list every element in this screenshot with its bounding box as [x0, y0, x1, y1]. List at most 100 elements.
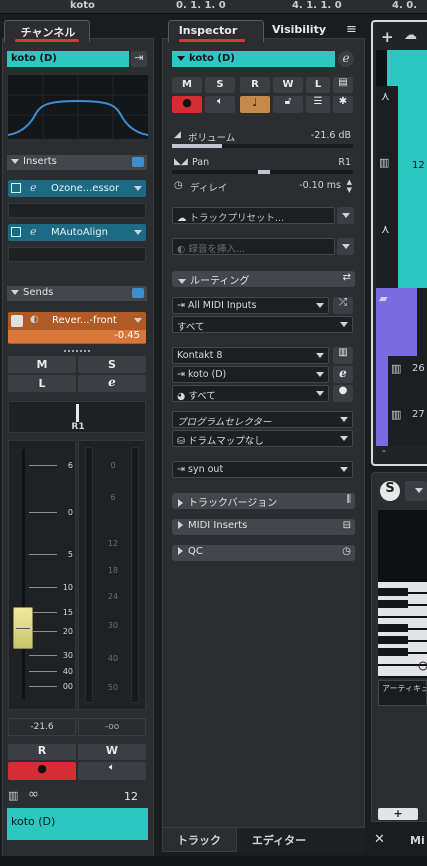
inspector-edit-button[interactable]: ▤ [333, 77, 353, 93]
program-selector[interactable]: プログラムセレクター [172, 411, 353, 428]
read-automation-button[interactable]: R [8, 744, 76, 760]
track-row-header[interactable]: ▥ 27 [388, 402, 427, 446]
edit-instrument-icon[interactable]: ℯ [338, 51, 354, 67]
edit-output-button[interactable]: ℯ [333, 366, 353, 383]
keyboard-button[interactable]: ▥ [333, 347, 353, 364]
volume-value-field[interactable]: -21.6 [8, 718, 76, 736]
send-level-bar[interactable]: -0.45 [8, 330, 146, 343]
midi-inserts-header[interactable]: MIDI Inserts ⊟ [172, 519, 355, 535]
mute-button[interactable]: M [8, 356, 76, 373]
send-slot-1[interactable]: ◐ Rever...-front -0.45 [8, 312, 146, 344]
input-channel-select[interactable]: すべて [172, 316, 353, 333]
send-dropdown-icon[interactable] [134, 318, 142, 323]
freeze-button[interactable]: ✱ [333, 96, 353, 113]
timebase-button[interactable]: ♩ [240, 96, 270, 113]
tab-inspector[interactable]: Inspector [168, 20, 264, 42]
listen-button[interactable]: L [8, 375, 76, 392]
lock-button[interactable]: 🔓︎ [273, 96, 303, 113]
delay-control[interactable]: ◷ ディレイ -0.10 ms ▲ ▼ [172, 178, 353, 196]
track-row-header[interactable]: ▥ [376, 152, 398, 218]
eq-curve-display[interactable] [7, 74, 149, 139]
insert-edit-icon[interactable]: ℯ [30, 181, 37, 194]
track-preset-dropdown[interactable] [337, 207, 354, 224]
lane-button[interactable]: ☰ [306, 96, 330, 113]
instrument-select[interactable]: Kontakt 8 [172, 347, 329, 364]
inspector-track-name[interactable]: koto (D) [172, 51, 335, 67]
drum-map-select[interactable]: ⛁ ドラムマップなし [172, 430, 353, 447]
send-power-icon[interactable] [11, 315, 23, 327]
send-prefader-icon[interactable]: ◐ [30, 314, 39, 325]
track-row-header[interactable]: ⋏ [376, 86, 398, 152]
resize-handle[interactable] [64, 350, 90, 353]
insert-dropdown-icon[interactable] [134, 185, 142, 191]
track-preset-field[interactable]: ☁ トラックプリセット... [172, 207, 335, 224]
dots-button[interactable]: ● [333, 385, 353, 402]
editor-dropdown[interactable] [405, 481, 427, 501]
inserts-bypass-icon[interactable] [132, 157, 144, 167]
close-icon[interactable]: ✕ [374, 832, 385, 847]
qc-header[interactable]: QC ◷ [172, 545, 355, 561]
tab-visibility[interactable]: Visibility [268, 23, 330, 36]
tab-track[interactable]: トラック [162, 828, 237, 852]
output-channel-select[interactable]: ◕ すべて [172, 385, 329, 402]
pan-slider[interactable]: ◣◢ Pan R1 [172, 155, 353, 174]
inserts-section-header[interactable]: Inserts [7, 155, 147, 170]
status-icon[interactable]: S [380, 481, 400, 501]
tab-mix[interactable]: Mi [410, 834, 425, 847]
inspector-record-button[interactable]: ● [172, 96, 202, 113]
fader-knob[interactable] [13, 607, 33, 650]
menu-icon[interactable]: ≡ [346, 22, 357, 37]
track-row-color[interactable] [387, 50, 427, 86]
solo-button[interactable]: S [78, 356, 146, 373]
add-track-icon[interactable]: + [381, 28, 394, 46]
record-enable-button[interactable]: ● [8, 762, 76, 780]
channel-track-name[interactable]: koto (D) [7, 51, 129, 67]
track-preset-icon[interactable]: ☁ [404, 28, 417, 43]
sends-section-header[interactable]: Sends [7, 286, 147, 301]
insert-sound-dropdown[interactable] [337, 238, 354, 255]
inspector-monitor-button[interactable]: 🔈︎ [205, 96, 235, 113]
insert-slot-1[interactable]: ℯ Ozone...essor [8, 180, 146, 197]
folder-track[interactable]: ▰ [376, 288, 417, 356]
track-versions-header[interactable]: トラックバージョン ⫼ [172, 493, 355, 509]
insert-slot-empty[interactable] [8, 203, 146, 218]
tab-editor[interactable]: エディター [237, 828, 365, 852]
track-row-color[interactable]: 12 [398, 152, 427, 218]
volume-control[interactable]: ◢ ボリューム -21.6 dB [172, 128, 353, 148]
inspector-read-button[interactable]: R [240, 77, 270, 93]
track-row-color[interactable] [398, 86, 427, 152]
monitor-button[interactable]: 🔈︎ [78, 762, 146, 780]
inspector-listen-button[interactable]: L [306, 77, 330, 93]
routing-section-header[interactable]: ルーティング ⇄ [172, 271, 355, 287]
sync-output-select[interactable]: ⇥ syn out [172, 461, 353, 478]
add-lane-button[interactable]: + [378, 808, 418, 820]
inspector-solo-button[interactable]: S [205, 77, 235, 93]
insert-edit-icon[interactable]: ℯ [30, 225, 37, 238]
articulation-lane[interactable]: アーティキュレ [378, 680, 427, 706]
peak-value-field[interactable]: -oo [78, 718, 146, 736]
piano-keyboard[interactable] [378, 510, 427, 678]
pan-control[interactable]: R1 [8, 401, 146, 433]
insert-sound-field[interactable]: ◐ 録音を挿入... [172, 238, 335, 255]
track-row-color[interactable] [398, 218, 427, 288]
insert-slot-2[interactable]: ℯ MAutoAlign [8, 224, 146, 241]
tab-channel[interactable]: チャンネル [4, 20, 90, 42]
track-row-header[interactable]: ⋏ [376, 218, 398, 288]
output-select[interactable]: ⇥ koto (D) [172, 366, 329, 383]
sends-bypass-icon[interactable] [132, 288, 144, 298]
midi-input-select[interactable]: ⇥ All MIDI Inputs [172, 297, 329, 314]
channel-name-footer[interactable]: koto (D) [7, 808, 148, 840]
write-automation-button[interactable]: W [78, 744, 146, 760]
insert-power-icon[interactable] [11, 227, 21, 237]
insert-slot-empty[interactable] [8, 247, 146, 262]
insert-dropdown-icon[interactable] [134, 229, 142, 235]
track-row-header[interactable]: ▥ 26 [388, 356, 427, 402]
shuffle-button[interactable]: ⤮ [333, 297, 353, 314]
inspector-mute-button[interactable]: M [172, 77, 202, 93]
inspector-write-button[interactable]: W [273, 77, 303, 93]
stepper-icon[interactable]: ▲ ▼ [347, 178, 352, 194]
insert-power-icon[interactable] [11, 183, 21, 193]
edit-channel-icon[interactable]: ℯ [78, 375, 146, 392]
volume-fader-area[interactable]: 6 0 5 10 15 20 30 40 00 [8, 440, 76, 710]
select-track-icon[interactable]: ⇥ [131, 51, 147, 67]
